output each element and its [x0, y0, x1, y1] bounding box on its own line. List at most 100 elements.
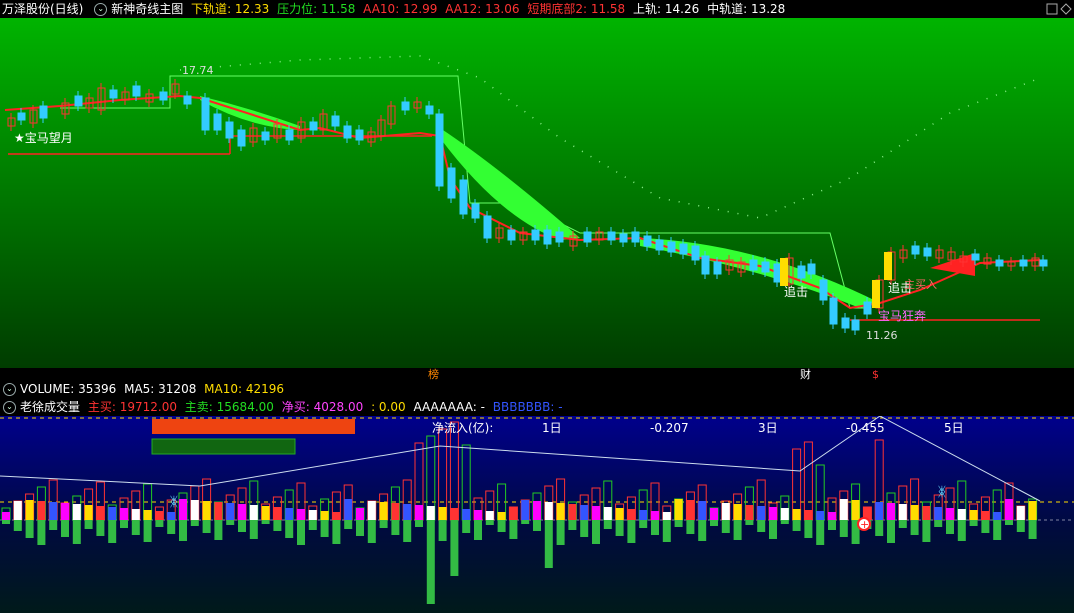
volume-bar-negative — [780, 520, 789, 524]
stock-name[interactable]: 万泽股份(日线) — [2, 2, 83, 16]
volume-bar-fill — [285, 508, 294, 520]
period-3d-label: 3日 — [758, 421, 778, 435]
volume-bar-negative — [261, 520, 270, 524]
volume-bar-fill — [592, 506, 600, 520]
candle-body — [807, 263, 816, 275]
volume-bar-negative — [450, 520, 459, 576]
volume-bar-negative — [769, 520, 777, 539]
volume-bar-fill — [780, 508, 789, 520]
header-item-pressure: 压力位: 11.58 — [277, 2, 356, 16]
volume-bar-negative — [816, 520, 825, 545]
jingmai-value: 净买: 4028.00 — [281, 400, 364, 414]
volume-bar-negative — [426, 520, 435, 604]
volume-bar-negative — [993, 520, 1002, 540]
volume-bar-negative — [249, 520, 258, 539]
volume-bar-fill — [214, 502, 223, 520]
volume-bar-fill — [131, 509, 140, 520]
candle-body — [331, 115, 340, 127]
candle-body — [619, 233, 628, 243]
volume-bar-fill — [769, 507, 777, 520]
candle-body — [343, 125, 352, 139]
volume-bar-fill — [544, 502, 553, 520]
volume-bar-negative — [556, 520, 565, 545]
volume-bar-negative — [981, 520, 990, 533]
volume-bar-fill — [190, 500, 199, 520]
volume-bar-fill — [179, 499, 187, 520]
volume-bar-fill — [946, 508, 954, 520]
settings-icon[interactable] — [1060, 3, 1072, 15]
volume-bar-fill — [922, 506, 931, 520]
zhumai-value: 主买: 19712.00 — [87, 400, 177, 414]
candle-body-highlight — [780, 258, 788, 286]
volume-bar-negative — [49, 520, 58, 530]
candle-body — [607, 231, 616, 241]
volume-bar-fill — [308, 510, 317, 520]
maximize-icon[interactable] — [1046, 3, 1058, 15]
volume-bar-fill — [297, 509, 305, 520]
mark-bang[interactable]: 榜 — [428, 367, 439, 380]
period-5d-label: 5日 — [944, 421, 964, 435]
candle-body — [819, 279, 828, 301]
volume-bar-negative — [839, 520, 848, 537]
volume-bar-negative — [580, 520, 589, 537]
volume-bar-negative — [308, 520, 317, 530]
volume-bar-negative — [356, 520, 364, 536]
main-price-chart[interactable]: 17.74 11.26 ★宝马望月 追击 追击 主买入 宝马狂奔 榜 财 $ — [0, 18, 1074, 380]
candle-body — [761, 261, 770, 273]
candle-body — [213, 113, 222, 131]
volume-bar-fill — [627, 509, 636, 520]
candle-body — [631, 231, 640, 243]
volume-bar-fill — [155, 511, 164, 520]
volume-bar-fill — [1016, 506, 1025, 520]
volume-bar-negative — [757, 520, 766, 532]
volume-bar-fill — [96, 506, 105, 520]
lower-indicator-title-bar: ⌄ 老徐成交量 主买: 19712.00 主卖: 15684.00 净买: 402… — [0, 398, 1074, 416]
indicator-menu-icon[interactable]: ⌄ — [94, 3, 108, 16]
volume-bar-fill — [698, 501, 707, 520]
volume-bar-fill — [25, 500, 34, 520]
mark-cai[interactable]: 财 — [800, 367, 811, 380]
header-item-lower-track: 下轨道: 12.33 — [191, 2, 270, 16]
volume-bar-negative — [698, 520, 707, 541]
volume-bar-negative — [592, 520, 600, 544]
volume-bar-negative — [934, 520, 943, 527]
header-item-middle: 中轨道: 13.28 — [707, 2, 786, 16]
volume-expand-icon[interactable]: ⌄ — [3, 383, 16, 396]
volume-bar-fill — [710, 508, 718, 520]
lower-indicator-menu-icon[interactable]: ⌄ — [3, 401, 16, 414]
volume-bar-fill — [934, 507, 943, 520]
volume-bar-fill — [108, 507, 117, 520]
volume-bar-fill — [521, 500, 530, 520]
volume-bar-negative — [721, 520, 730, 533]
candle-body — [749, 259, 758, 271]
lower-volume-indicator-chart[interactable]: 净流入(亿): 1日 -0.207 3日 -0.455 5日 + ᛤ ᛤ — [0, 416, 1074, 613]
volume-bar-fill — [226, 503, 235, 520]
annotation-zhumairu: 主买入 — [904, 278, 937, 291]
volume-bar-fill — [49, 502, 58, 520]
aaa-value: AAAAAAA: - — [413, 400, 485, 414]
ma10-value: MA10: 42196 — [204, 382, 285, 396]
lower-indicator-name[interactable]: 老徐成交量 — [20, 400, 80, 414]
volume-bar-fill — [1028, 501, 1037, 520]
volume-bar-negative — [96, 520, 105, 536]
volume-bar-negative — [332, 520, 341, 544]
volume-bar-fill — [887, 503, 895, 520]
volume-bar-negative — [344, 520, 353, 529]
volume-bar-fill — [828, 512, 836, 520]
ma5-value: MA5: 31208 — [124, 382, 197, 396]
volume-bar-negative — [485, 520, 494, 525]
mark-dollar[interactable]: $ — [872, 368, 879, 380]
volume-bar-fill — [639, 510, 648, 520]
volume-bar-negative — [131, 520, 140, 535]
volume-bar-fill — [757, 506, 766, 520]
volume-bar-fill — [120, 508, 128, 520]
candle-body — [1039, 259, 1048, 267]
candle-body — [995, 259, 1004, 267]
volume-bar-negative — [686, 520, 695, 534]
volume-bar-negative — [179, 520, 187, 541]
annotation-zhuiji-1: 追击 — [784, 284, 808, 299]
indicator-name[interactable]: 新神奇线主图 — [111, 2, 183, 16]
candle-body — [829, 297, 838, 325]
volume-bar-fill — [533, 501, 541, 520]
volume-bar-negative — [910, 520, 919, 535]
